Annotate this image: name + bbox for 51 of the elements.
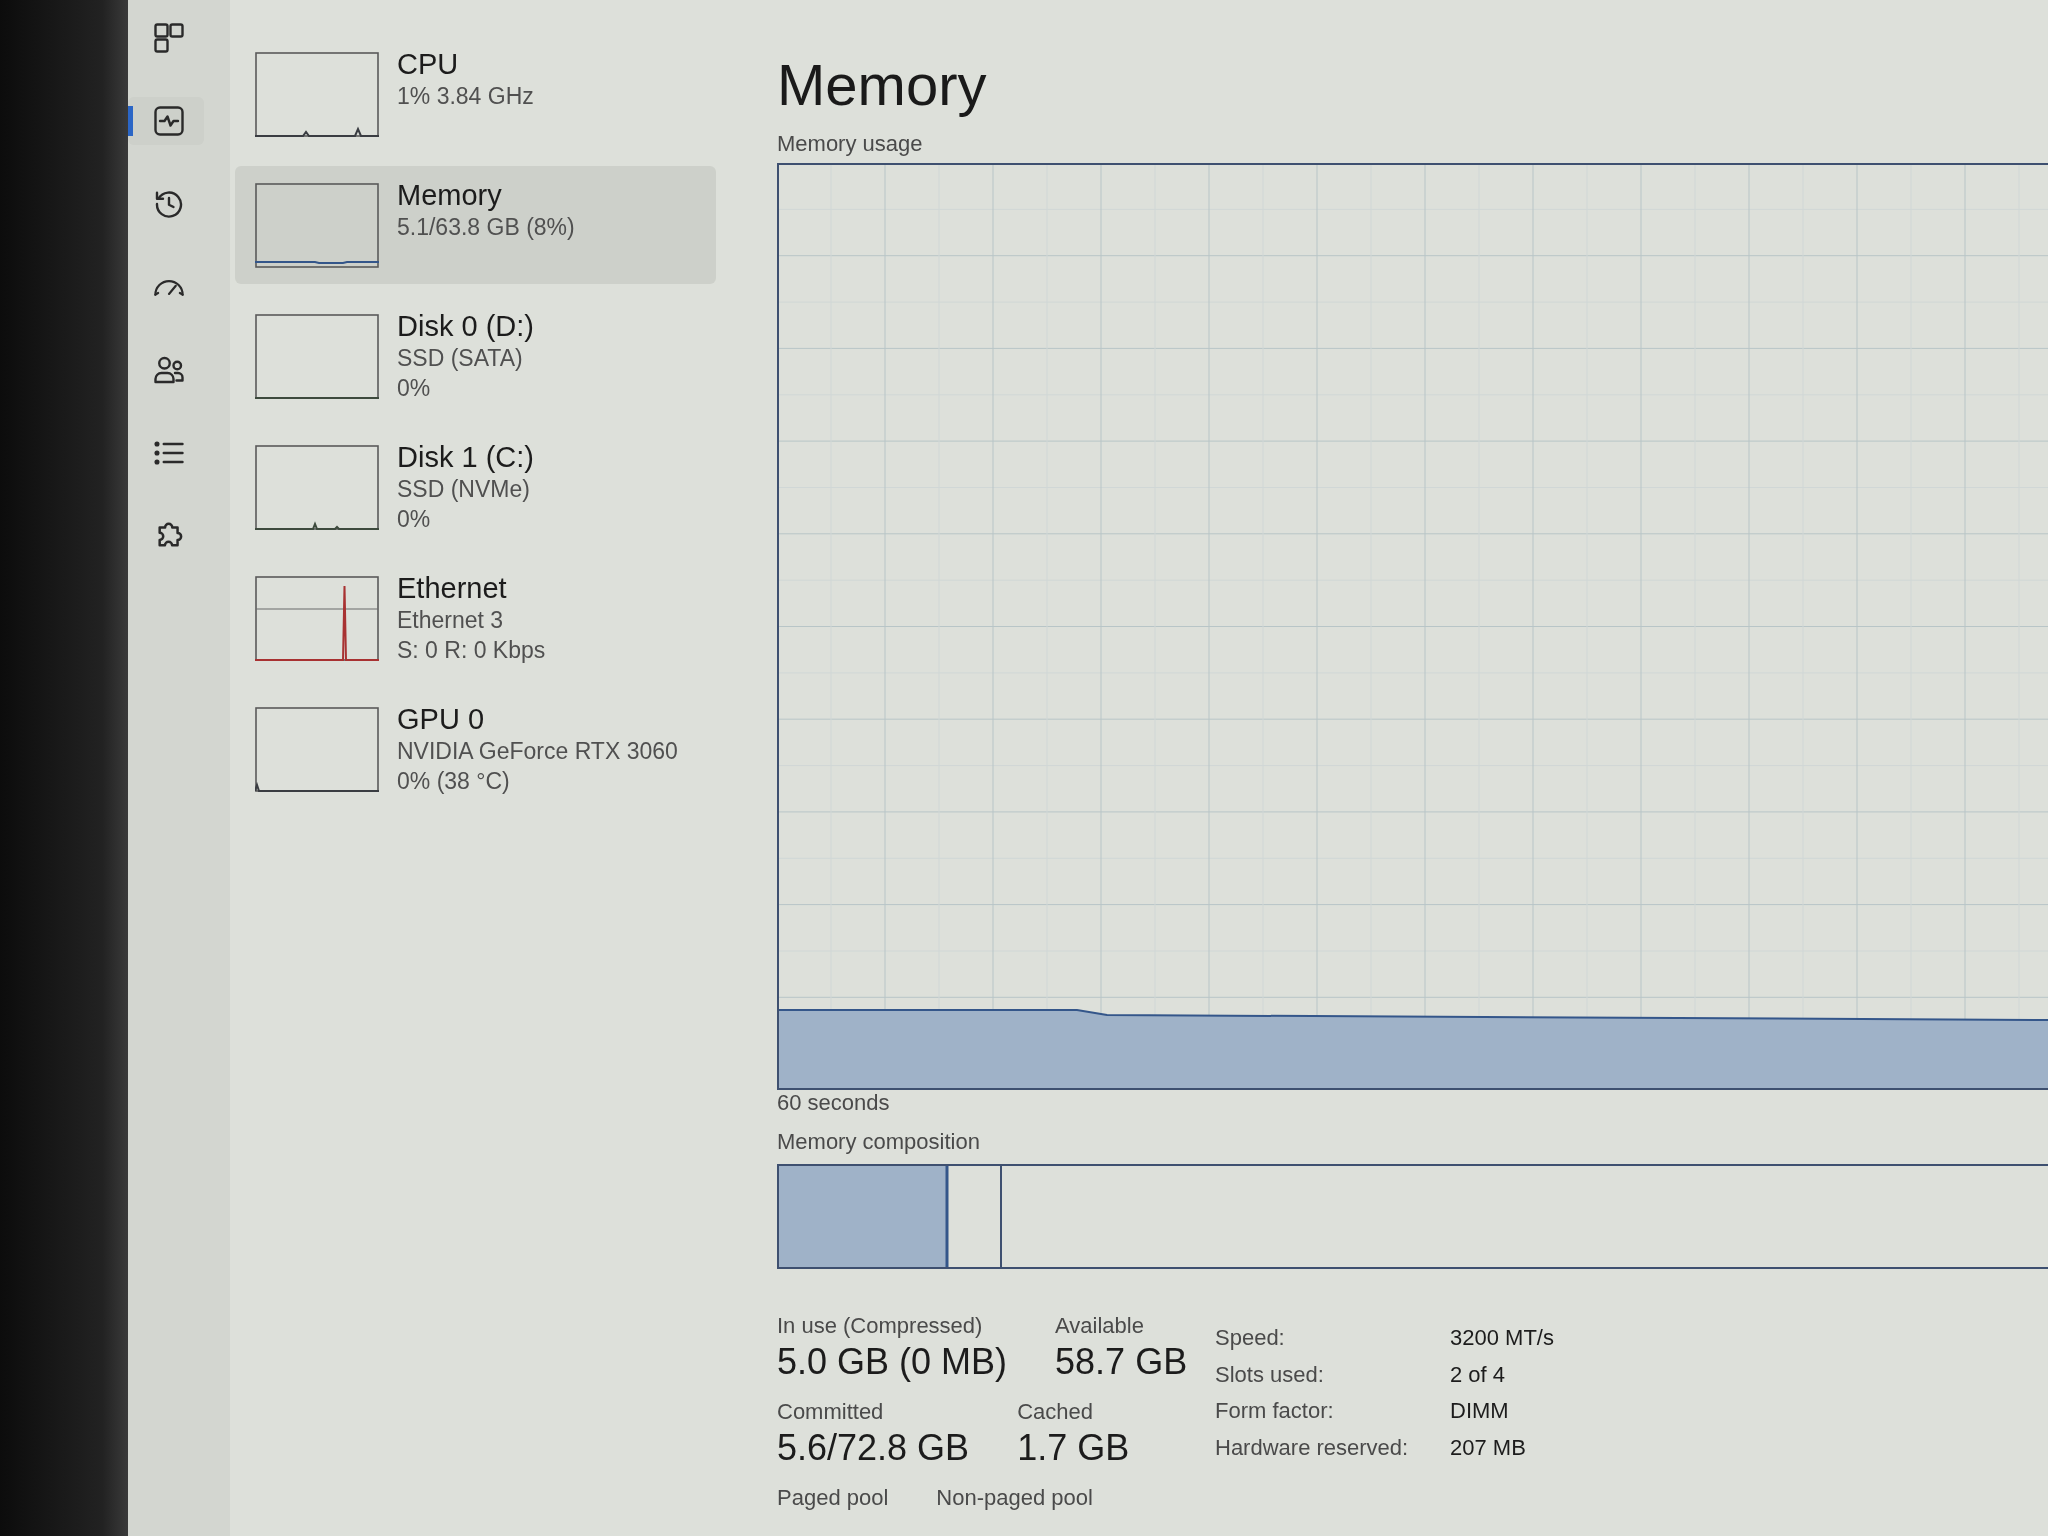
- users-icon: [153, 355, 184, 385]
- resource-detail: 0%: [397, 374, 431, 403]
- pulse-icon: [153, 106, 184, 136]
- resource-detail: NVIDIA GeForce RTX 3060: [397, 737, 678, 766]
- resource-item[interactable]: GPU 0 NVIDIA GeForce RTX 3060 0% (38 °C): [235, 690, 716, 808]
- resource-name: CPU: [397, 47, 459, 81]
- property-value: DIMM: [1450, 1398, 1509, 1425]
- resource-detail: 5.1/63.8 GB (8%): [397, 213, 575, 242]
- resource-item[interactable]: CPU 1% 3.84 GHz: [235, 35, 716, 153]
- resource-item[interactable]: Disk 0 (D:) SSD (SATA) 0%: [235, 297, 716, 415]
- property-label: Slots used:: [1215, 1361, 1324, 1388]
- property-value: 207 MB: [1450, 1434, 1526, 1461]
- property-label: Hardware reserved:: [1215, 1434, 1409, 1461]
- resource-item[interactable]: Ethernet Ethernet 3 S: 0 R: 0 Kbps: [235, 559, 716, 677]
- chart-label: Memory composition: [777, 1128, 980, 1156]
- page-title: Memory: [777, 51, 987, 119]
- resource-name: Memory: [397, 178, 502, 212]
- stat-label: Committed: [777, 1398, 884, 1426]
- resource-name: Disk 0 (D:): [397, 309, 534, 343]
- list-icon: [153, 441, 184, 465]
- property-label: Form factor:: [1215, 1398, 1334, 1425]
- resource-detail: 0%: [397, 505, 431, 534]
- squares-icon: [153, 23, 184, 53]
- property-value: 3200 MT/s: [1450, 1325, 1554, 1352]
- stat-value: 58.7 GB: [1055, 1340, 1188, 1384]
- resource-detail: 0% (38 °C): [397, 767, 510, 796]
- resource-detail: 1% 3.84 GHz: [397, 82, 534, 111]
- nav-button[interactable]: [128, 97, 204, 145]
- stat-label: Non-paged pool: [936, 1484, 1093, 1512]
- stat-value: 1.7 GB: [1017, 1426, 1130, 1470]
- resource-detail: S: 0 R: 0 Kbps: [397, 636, 546, 665]
- resource-item[interactable]: Disk 1 (C:) SSD (NVMe) 0%: [235, 428, 716, 546]
- resource-detail: SSD (NVMe): [397, 475, 530, 504]
- resource-item[interactable]: Memory 5.1/63.8 GB (8%): [235, 166, 716, 284]
- resource-name: GPU 0: [397, 702, 485, 736]
- property-label: Speed:: [1215, 1325, 1285, 1352]
- resource-detail: Ethernet 3: [397, 606, 504, 635]
- gauge-icon: [153, 278, 184, 296]
- stat-value: 5.6/72.8 GB: [777, 1426, 970, 1470]
- resource-name: Ethernet: [397, 571, 507, 605]
- stat-label: In use (Compressed): [777, 1312, 983, 1340]
- stat-label: Available: [1055, 1312, 1144, 1340]
- stat-value: 5.0 GB (0 MB): [777, 1340, 1008, 1384]
- axis-label: 60 seconds: [777, 1090, 890, 1116]
- resource-detail: SSD (SATA): [397, 344, 523, 373]
- stat-label: Cached: [1017, 1398, 1093, 1426]
- chart-label: Memory usage: [777, 130, 923, 158]
- resource-name: Disk 1 (C:): [397, 440, 534, 474]
- property-value: 2 of 4: [1450, 1361, 1506, 1388]
- stat-label: Paged pool: [777, 1484, 889, 1512]
- clock-arrow-icon: [153, 189, 184, 219]
